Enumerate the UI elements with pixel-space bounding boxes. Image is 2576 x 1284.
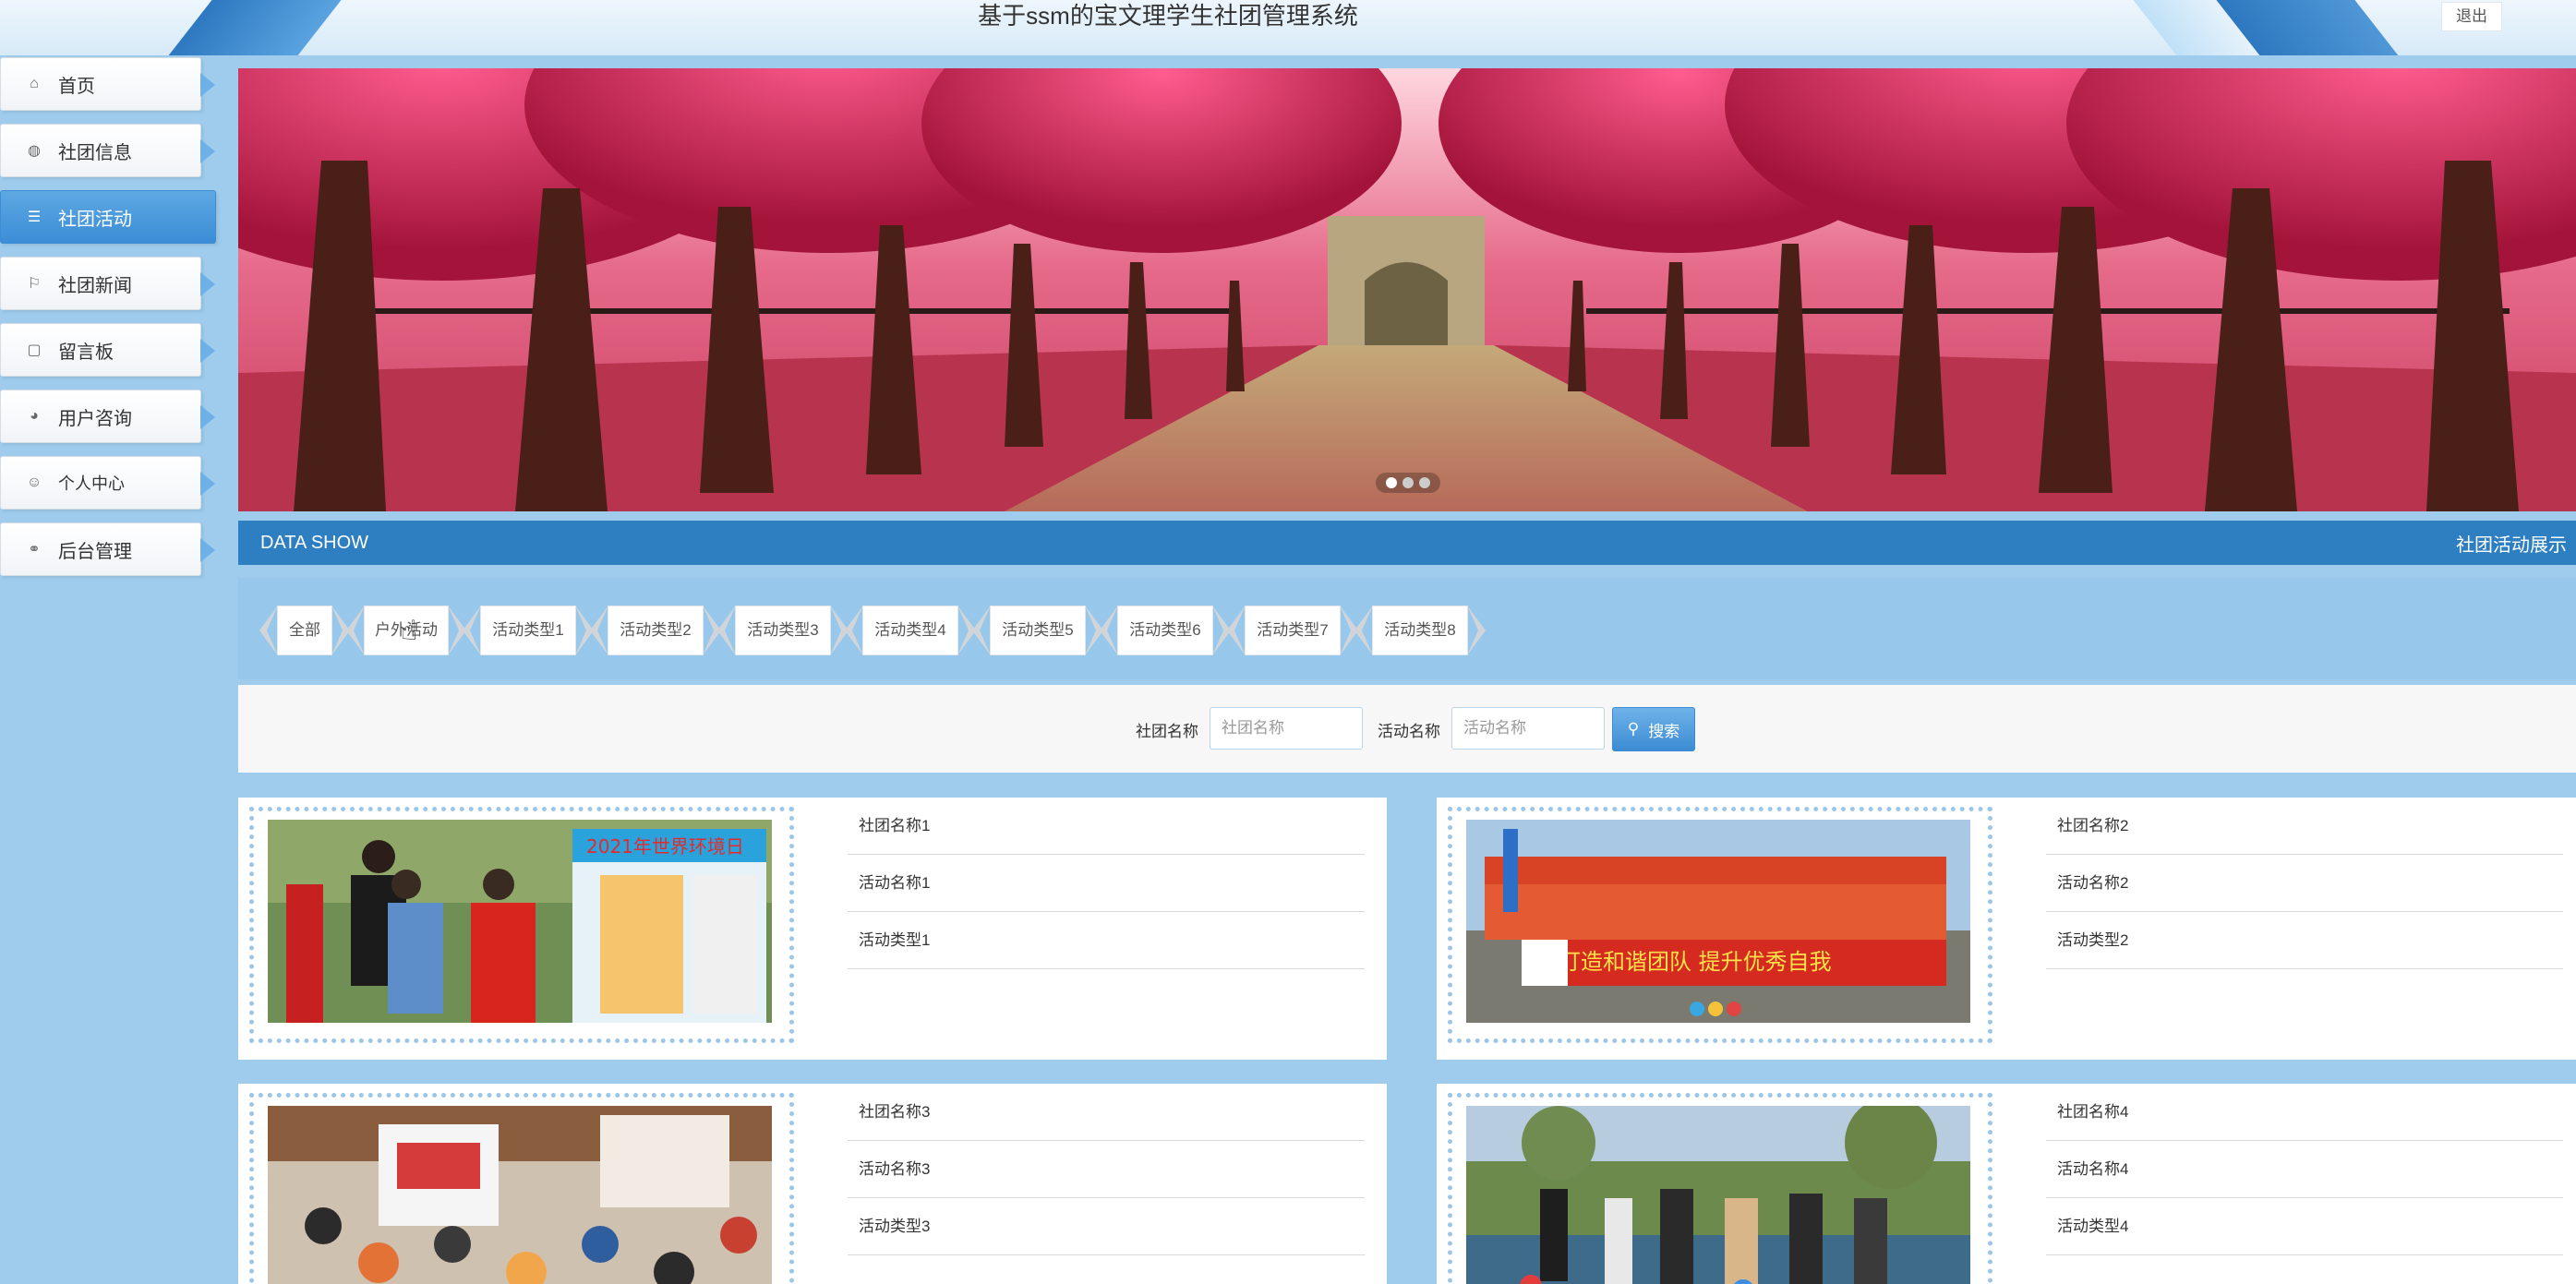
card-club-name: 社团名称4 xyxy=(2046,1084,2563,1141)
nav-arrow-tab xyxy=(200,272,215,296)
card-club-name: 社团名称2 xyxy=(2046,798,2563,855)
club-name-input[interactable] xyxy=(1210,707,1363,750)
sidebar-item-club-news[interactable]: ⚐ 社团新闻 xyxy=(0,257,215,310)
header: 基于ssm的宝文理学生社团管理系统 退出 xyxy=(0,0,2576,55)
activity-photo-team-group: 打造和谐团队 提升优秀自我 xyxy=(1466,820,1970,1023)
activity-image[interactable] xyxy=(268,1106,772,1284)
home-icon: ⌂ xyxy=(30,76,39,91)
club-name-label: 社团名称 xyxy=(1136,723,1198,740)
activity-card[interactable]: 打造和谐团队 提升优秀自我 社团名称2 活动名称2 活动类型2 xyxy=(1437,798,2576,1060)
activity-name-label: 活动名称 xyxy=(1378,723,1440,740)
mouse-cursor-icon: ☝ xyxy=(401,616,418,646)
nav-arrow-tab xyxy=(200,472,215,496)
flag-icon: ⚐ xyxy=(27,276,42,292)
card-activity-type: 活动类型3 xyxy=(848,1198,1365,1255)
sidebar-item-label: 社团信息 xyxy=(58,142,132,163)
sidebar-item-label: 社团活动 xyxy=(58,209,132,230)
banner-carousel[interactable] xyxy=(238,68,2576,511)
sidebar-item-personal-center[interactable]: ☺ 个人中心 xyxy=(0,456,215,510)
photo-banner-text: 打造和谐团队 提升优秀自我 xyxy=(1559,949,1832,975)
sidebar-item-home[interactable]: ⌂ 首页 xyxy=(0,57,215,111)
sidebar-item-label: 后台管理 xyxy=(58,541,132,562)
sidebar-item-label: 个人中心 xyxy=(58,474,125,493)
card-club-name: 社团名称3 xyxy=(848,1084,1365,1141)
carousel-dot[interactable] xyxy=(1402,477,1414,488)
activity-card[interactable]: 2021年世界环境日 社团名称1 活动名称1 活动类型1 xyxy=(238,798,1387,1060)
photo-banner-text: 2021年世界环境日 xyxy=(586,835,744,858)
category-filter-bar: 全部 户外活动 活动类型1 活动类型2 活动类型3 活动类型4 活动类型5 活动… xyxy=(238,578,2576,679)
sidebar-item-label: 留言板 xyxy=(58,342,114,363)
sidebar-item-user-consult[interactable]: ◕ 用户咨询 xyxy=(0,390,215,443)
card-activity-type: 活动类型2 xyxy=(2046,912,2563,969)
filter-type-8[interactable]: 活动类型8 xyxy=(1372,606,1468,655)
note-icon: ▢ xyxy=(27,342,42,358)
activity-photo-crowd-booth xyxy=(268,1106,772,1284)
card-activity-name: 活动名称1 xyxy=(848,855,1365,912)
activity-card[interactable]: 社团名称3 活动名称3 活动类型3 xyxy=(238,1084,1387,1284)
filter-type-1[interactable]: 活动类型1 xyxy=(480,606,576,655)
sidebar-item-label: 用户咨询 xyxy=(58,408,132,429)
nav-arrow-tab xyxy=(200,339,215,363)
nav-arrow-tab xyxy=(200,139,215,163)
carousel-dot[interactable] xyxy=(1386,477,1397,488)
sidebar: ⌂ 首页 ◍ 社团信息 ☰ 社团活动 ⚐ 社团新闻 ▢ 留言板 ◕ 用户咨询 ☺… xyxy=(0,55,216,1284)
card-activity-name: 活动名称4 xyxy=(2046,1141,2563,1198)
activity-photo-outdoor-game xyxy=(1466,1106,1970,1284)
card-activity-type: 活动类型4 xyxy=(2046,1198,2563,1255)
section-label-left: DATA SHOW xyxy=(260,532,369,553)
carousel-dot[interactable] xyxy=(1419,477,1430,488)
sidebar-item-admin[interactable]: ⚭ 后台管理 xyxy=(0,522,215,576)
section-label-right: 社团活动展示 xyxy=(2456,534,2567,556)
section-header: DATA SHOW 社团活动展示 xyxy=(238,521,2576,565)
activity-card[interactable]: 社团名称4 活动名称4 活动类型4 xyxy=(1437,1084,2576,1284)
card-club-name: 社团名称1 xyxy=(848,798,1365,855)
activity-photo-environment-day: 2021年世界环境日 xyxy=(268,820,772,1023)
card-activity-name: 活动名称2 xyxy=(2046,855,2563,912)
search-button-label: 搜索 xyxy=(1648,722,1680,740)
chat-icon: ◕ xyxy=(30,408,39,424)
filter-all[interactable]: 全部 xyxy=(277,606,332,655)
list-icon: ☰ xyxy=(27,210,42,225)
card-activity-name: 活动名称3 xyxy=(848,1141,1365,1198)
search-icon: ⚲ xyxy=(1627,720,1640,738)
activity-image[interactable]: 打造和谐团队 提升优秀自我 xyxy=(1466,820,1970,1023)
sidebar-item-club-activities[interactable]: ☰ 社团活动 xyxy=(0,190,216,244)
nav-arrow-tab xyxy=(200,538,215,562)
activity-image[interactable] xyxy=(1466,1106,1970,1284)
filter-type-4[interactable]: 活动类型4 xyxy=(862,606,958,655)
logout-button[interactable]: 退出 xyxy=(2441,2,2502,31)
sidebar-item-label: 社团新闻 xyxy=(58,275,132,296)
filter-type-2[interactable]: 活动类型2 xyxy=(608,606,704,655)
carousel-indicators xyxy=(1376,473,1440,493)
filter-type-7[interactable]: 活动类型7 xyxy=(1245,606,1341,655)
search-button[interactable]: ⚲ 搜索 xyxy=(1612,707,1695,751)
link-icon: ⚭ xyxy=(28,542,41,558)
globe-icon: ◍ xyxy=(28,143,41,159)
site-title: 基于ssm的宝文理学生社团管理系统 xyxy=(978,2,1358,30)
banner-image xyxy=(238,68,2576,511)
nav-arrow-tab xyxy=(200,405,215,429)
sidebar-item-club-info[interactable]: ◍ 社团信息 xyxy=(0,124,215,177)
card-activity-type: 活动类型1 xyxy=(848,912,1365,969)
search-bar: 社团名称 活动名称 ⚲ 搜索 xyxy=(238,685,2576,773)
activity-name-input[interactable] xyxy=(1451,707,1605,750)
filter-type-6[interactable]: 活动类型6 xyxy=(1117,606,1213,655)
user-icon: ☺ xyxy=(26,474,42,490)
sidebar-item-message-board[interactable]: ▢ 留言板 xyxy=(0,323,215,377)
nav-arrow-tab xyxy=(200,73,215,97)
sidebar-item-label: 首页 xyxy=(58,76,95,97)
filter-type-3[interactable]: 活动类型3 xyxy=(735,606,831,655)
activity-image[interactable]: 2021年世界环境日 xyxy=(268,820,772,1023)
filter-type-5[interactable]: 活动类型5 xyxy=(990,606,1086,655)
